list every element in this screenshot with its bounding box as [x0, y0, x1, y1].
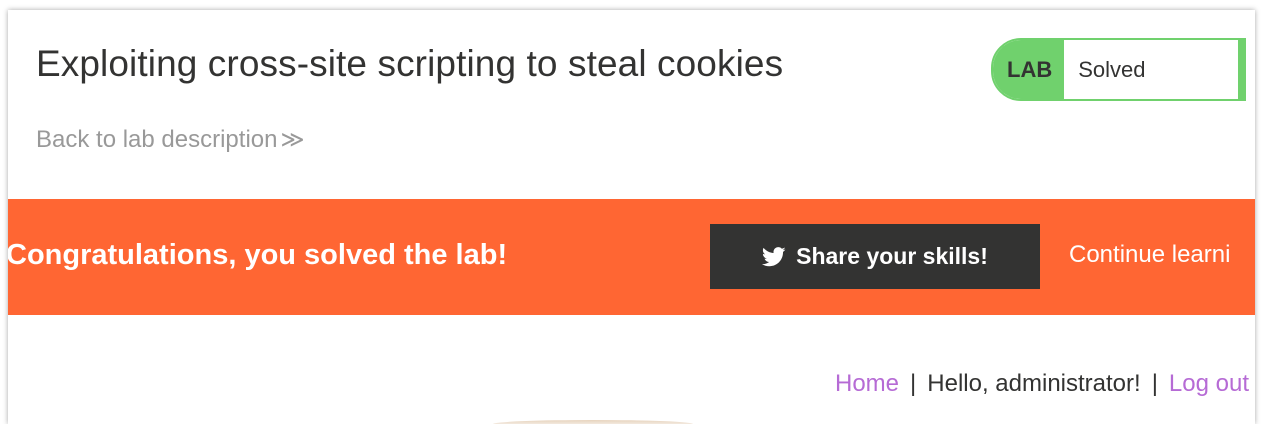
double-chevron-right-icon: ≫: [280, 126, 304, 152]
greeting-text: Hello, administrator!: [927, 370, 1141, 397]
lab-title: Exploiting cross-site scripting to steal…: [36, 43, 784, 84]
nav-separator: |: [910, 370, 917, 397]
lab-status-label: Solved: [1064, 40, 1239, 99]
share-skills-label: Share your skills!: [796, 243, 988, 269]
lab-status-widget: LAB Solved: [991, 38, 1247, 101]
solved-banner: Congratulations, you solved the lab! Sha…: [8, 199, 1255, 315]
twitter-bird-icon: [762, 246, 786, 266]
congratulations-message: Congratulations, you solved the lab!: [8, 239, 508, 271]
back-to-description-link[interactable]: Back to lab description ≫: [36, 126, 305, 154]
lab-badge: LAB: [993, 40, 1065, 99]
share-skills-button[interactable]: Share your skills!: [710, 224, 1040, 289]
content-image-edge: [493, 420, 693, 424]
account-nav: Home | Hello, administrator! | Log out: [835, 370, 1249, 398]
lab-status-edge: [1238, 40, 1245, 99]
page-frame: Exploiting cross-site scripting to steal…: [8, 10, 1255, 424]
logout-link[interactable]: Log out: [1169, 370, 1249, 397]
continue-learning-link[interactable]: Continue learni: [1069, 241, 1230, 269]
back-link-label: Back to lab description: [36, 126, 278, 153]
nav-separator: |: [1151, 370, 1158, 397]
home-link[interactable]: Home: [835, 370, 899, 397]
